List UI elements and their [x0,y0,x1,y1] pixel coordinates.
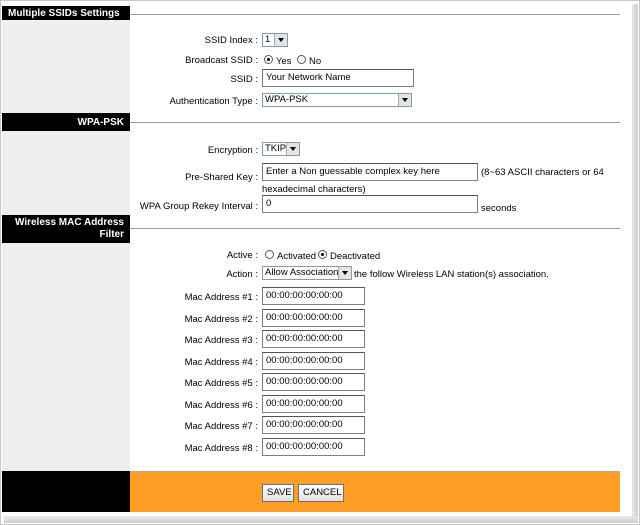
auth-type-label: Authentication Type : [169,96,258,107]
mac-address-label: Mac Address #4 : [184,357,258,368]
chevron-down-icon [338,267,351,279]
mac-address-input[interactable]: 00:00:00:00:00:00 [262,352,365,370]
mac-address-label: Mac Address #5 : [184,378,258,389]
rekey-interval-label: WPA Group Rekey Interval : [139,201,258,212]
ssid-input[interactable]: Your Network Name [262,69,414,87]
mac-address-label: Mac Address #2 : [184,314,258,325]
section-divider [130,14,620,15]
ssid-label: SSID : [230,74,258,85]
auth-type-select[interactable]: WPA-PSK [262,93,412,107]
mac-address-label: Mac Address #7 : [184,421,258,432]
footer-left-block [2,471,130,512]
mac-address-input[interactable]: 00:00:00:00:00:00 [262,438,365,456]
save-button[interactable]: SAVE [262,484,294,502]
broadcast-yes-label: Yes [276,56,292,67]
left-column-ssid [2,20,130,113]
mac-address-label: Mac Address #8 : [184,443,258,454]
mac-address-input[interactable]: 00:00:00:00:00:00 [262,309,365,327]
left-column-wpa [2,131,130,215]
deactivated-label: Deactivated [330,251,381,262]
psk-input[interactable]: Enter a Non guessable complex key here [262,163,478,181]
rekey-unit: seconds [481,203,517,214]
broadcast-ssid-label: Broadcast SSID : [185,55,258,66]
action-suffix: the follow Wireless LAN station(s) assoc… [354,269,549,280]
section-title-line2: Filter [99,229,124,240]
broadcast-yes-radio[interactable] [264,55,273,64]
encryption-value: TKIP [265,143,287,154]
ssid-index-select[interactable]: 1 [262,33,288,47]
section-header-wpa-psk: WPA-PSK [2,113,130,131]
footer-bar [130,471,620,512]
rekey-interval-input[interactable]: 0 [262,195,478,213]
encryption-select[interactable]: TKIP [262,142,300,156]
chevron-down-icon [286,143,299,155]
section-header-mac-filter: Wireless MAC Address Filter [2,215,130,243]
action-label: Action : [226,269,258,280]
deactivated-radio[interactable] [318,250,327,259]
section-header-multiple-ssids: Multiple SSIDs Settings [2,6,130,20]
encryption-label: Encryption : [207,145,258,156]
broadcast-no-label: No [309,56,322,67]
frame-shadow-bottom [4,516,638,523]
mac-address-input[interactable]: 00:00:00:00:00:00 [262,330,365,348]
psk-hint-line1: (8~63 ASCII characters or 64 [481,167,604,178]
active-label: Active : [226,250,258,261]
left-column-mac [2,243,130,471]
activated-radio[interactable] [265,250,274,259]
section-divider [130,122,620,123]
frame-shadow-right [632,4,638,521]
psk-hint-line2: hexadecimal characters) [262,184,366,195]
broadcast-no-radio[interactable] [297,55,306,64]
auth-type-value: WPA-PSK [265,94,309,105]
ssid-index-value: 1 [265,34,271,45]
action-select[interactable]: Allow Association [262,266,352,280]
mac-address-input[interactable]: 00:00:00:00:00:00 [262,373,365,391]
section-title-line1: Wireless MAC Address [14,217,124,228]
cancel-button[interactable]: CANCEL [298,484,344,502]
ssid-index-label: SSID Index : [204,35,258,46]
mac-address-label: Mac Address #3 : [184,335,258,346]
mac-address-input[interactable]: 00:00:00:00:00:00 [262,287,365,305]
activated-label: Activated [277,251,317,262]
psk-label: Pre-Shared Key : [185,172,258,183]
chevron-down-icon [274,34,287,46]
action-value: Allow Association [265,267,339,278]
mac-address-input[interactable]: 00:00:00:00:00:00 [262,395,365,413]
section-title: WPA-PSK [77,117,124,128]
mac-address-input[interactable]: 00:00:00:00:00:00 [262,416,365,434]
chevron-down-icon [398,94,411,106]
section-divider [130,228,620,229]
mac-address-label: Mac Address #1 : [184,292,258,303]
mac-address-label: Mac Address #6 : [184,400,258,411]
section-title: Multiple SSIDs Settings [8,8,120,19]
